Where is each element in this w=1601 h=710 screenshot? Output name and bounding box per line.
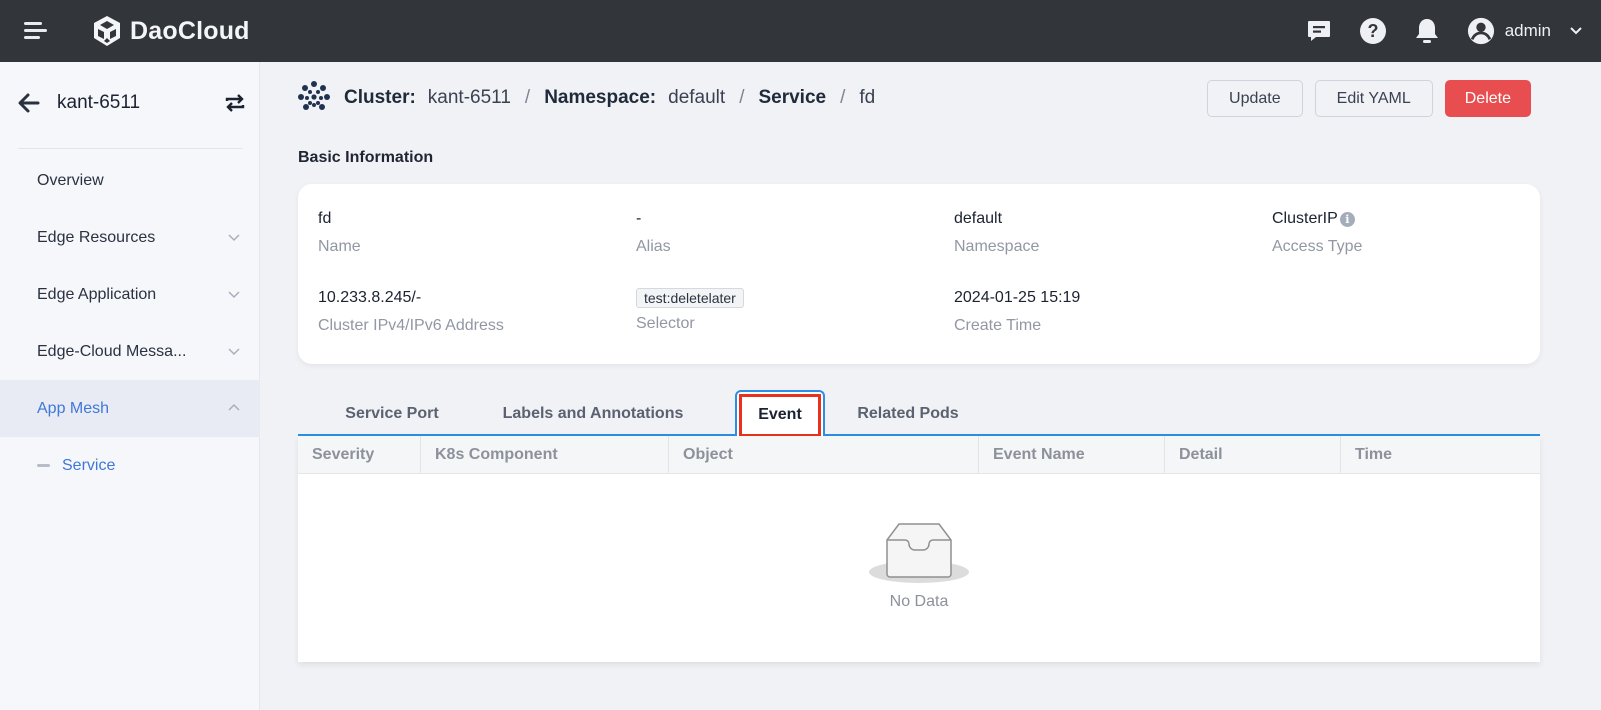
edit-yaml-button[interactable]: Edit YAML [1314,80,1433,117]
tab-label: Event [758,406,802,423]
sidebar-nav: Overview Edge Resources Edge Application… [0,152,260,494]
brand-name: DaoCloud [130,16,250,45]
breadcrumb-cluster-key: Cluster: [344,87,416,108]
column-header-object[interactable]: Object [668,436,978,474]
top-bar-actions: ? admin [1305,0,1601,62]
update-button[interactable]: Update [1207,80,1303,117]
sidebar-subitem-service[interactable]: Service [0,437,260,494]
info-value: ClusterIP i [1272,208,1572,230]
info-label: Name [318,238,361,255]
table-header: Severity K8s Component Object Event Name… [298,436,1540,474]
sidebar-item-overview[interactable]: Overview [0,152,260,209]
info-icon[interactable]: i [1339,211,1355,227]
column-header-time[interactable]: Time [1340,436,1540,474]
info-value: fd [318,210,332,227]
sidebar-item-label: Edge Application [37,285,157,303]
sidebar-divider [18,148,242,149]
message-icon[interactable] [1305,17,1333,45]
empty-text: No Data [889,593,949,610]
sidebar-item-app-mesh[interactable]: App Mesh [0,380,260,437]
section-title: Basic Information [298,149,434,166]
switch-cluster-icon[interactable] [224,92,246,114]
cluster-name: kant-6511 [57,92,141,113]
info-namespace: default Namespace [954,208,1254,256]
bell-icon[interactable] [1413,17,1441,45]
breadcrumb-service-name: fd [859,87,876,108]
tab-related-pods[interactable]: Related Pods [848,392,968,436]
chevron-up-icon [228,403,240,411]
column-header-severity[interactable]: Severity [298,436,420,474]
sidebar-item-label: Edge Resources [37,228,156,246]
info-value: 10.233.8.245/- [318,289,422,306]
basic-info-card: fd Name - Alias default Namespace Cluste… [298,184,1540,364]
column-header-k8s-component[interactable]: K8s Component [420,436,668,474]
tab-label: Related Pods [857,405,959,422]
sidebar-item-label: Edge-Cloud Messa... [37,342,187,360]
sidebar-item-edge-cloud-messaging[interactable]: Edge-Cloud Messa... [0,323,260,380]
info-value: test:deletelater [636,287,936,309]
sidebar-item-edge-resources[interactable]: Edge Resources [0,209,260,266]
info-value: - [636,210,642,227]
back-arrow-icon[interactable] [16,90,42,116]
info-label: Create Time [954,317,1042,334]
breadcrumb-namespace-key: Namespace: [544,87,657,108]
info-cluster-ip: 10.233.8.245/- Cluster IPv4/IPv6 Address [318,287,618,335]
breadcrumb-namespace[interactable]: default [668,87,725,109]
empty-state: No Data [298,520,1540,611]
sidebar-item-label: Overview [37,171,104,189]
tab-label: Service Port [345,405,439,422]
chevron-down-icon[interactable] [1569,26,1583,36]
info-alias: - Alias [636,208,936,256]
help-icon[interactable]: ? [1359,17,1387,45]
main-content: Cluster: kant-6511 / Namespace: default … [260,62,1601,710]
empty-inbox-icon [869,523,969,583]
cluster-header: kant-6511 [0,62,260,148]
chevron-down-icon [228,348,240,356]
info-value: 2024-01-25 15:19 [954,289,1081,306]
menu-icon[interactable] [24,22,48,40]
tab-event[interactable]: Event [735,390,825,438]
brand-logo[interactable]: DaoCloud [90,14,250,48]
breadcrumb: Cluster: kant-6511 / Namespace: default … [296,80,875,116]
info-label: Selector [636,315,695,332]
info-label: Access Type [1272,238,1363,255]
sidebar: kant-6511 Overview Edge Resources Edge A… [0,62,260,710]
detail-tabs: Service Port Labels and Annotations Even… [298,388,1540,438]
selector-tag: test:deletelater [636,288,744,308]
chevron-down-icon [228,291,240,299]
info-access-type: ClusterIP i Access Type [1272,208,1572,256]
tab-labels-annotations[interactable]: Labels and Annotations [488,392,698,436]
breadcrumb-separator: / [524,87,531,108]
info-name: fd Name [318,208,618,256]
tab-label: Labels and Annotations [502,405,684,422]
breadcrumb-service[interactable]: Service [758,87,826,109]
info-label: Namespace [954,238,1040,255]
breadcrumb-separator: / [840,87,846,108]
info-selector: test:deletelater Selector [636,287,936,333]
logo-icon [94,16,120,46]
breadcrumb-cluster[interactable]: kant-6511 [428,87,511,109]
info-create-time: 2024-01-25 15:19 Create Time [954,287,1254,335]
column-header-event-name[interactable]: Event Name [978,436,1164,474]
access-type-value: ClusterIP [1272,210,1338,227]
user-name[interactable]: admin [1505,21,1551,41]
sidebar-item-edge-application[interactable]: Edge Application [0,266,260,323]
action-buttons: Update Edit YAML Delete [1207,80,1531,117]
column-header-detail[interactable]: Detail [1164,436,1340,474]
info-label: Cluster IPv4/IPv6 Address [318,317,504,334]
svg-text:?: ? [1367,21,1378,41]
chevron-down-icon [228,234,240,242]
top-bar: DaoCloud ? admin [0,0,1601,62]
events-table: Severity K8s Component Object Event Name… [298,436,1540,662]
sidebar-item-label: App Mesh [37,399,110,417]
dash-icon [37,464,50,467]
sidebar-subitem-label: Service [62,456,116,474]
breadcrumb-separator: / [739,87,745,108]
user-avatar-icon[interactable] [1467,17,1495,45]
info-value: default [954,210,1003,227]
tab-service-port[interactable]: Service Port [326,392,458,436]
info-label: Alias [636,238,671,255]
cluster-icon [298,81,330,110]
delete-button[interactable]: Delete [1444,80,1531,117]
